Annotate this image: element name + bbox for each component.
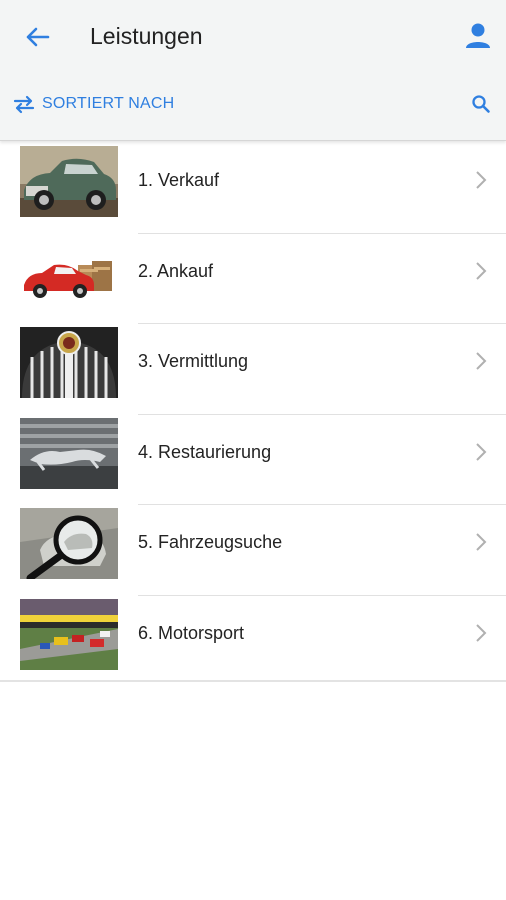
search-button[interactable] (470, 93, 492, 115)
list-item[interactable]: 2. Ankauf (0, 234, 506, 324)
profile-button[interactable] (462, 20, 494, 52)
chevron-right-icon (476, 533, 487, 551)
thumbnail-red-toy-car-with-money (20, 236, 118, 308)
chevron-right-icon (476, 171, 487, 189)
arrow-left-icon (26, 27, 50, 47)
service-label: 5. Fahrzeugsuche (138, 532, 283, 552)
person-icon (466, 23, 490, 48)
chevron-right-icon (476, 442, 487, 461)
service-label: 6. Motorsport (138, 622, 245, 643)
chevron-right-icon (476, 261, 487, 280)
sort-label: SORTIERT NACH (42, 95, 175, 112)
chevron-right-icon (476, 352, 487, 370)
services-list: 1. Verkauf 2. Ankauf 3. Vermittlung 4. R… (0, 143, 506, 686)
back-button[interactable] (22, 22, 56, 52)
thumbnail-magnifier-over-car (20, 508, 118, 579)
service-label: 3. Vermittlung (138, 351, 249, 371)
search-icon (472, 95, 490, 113)
thumbnail-racing-track (20, 598, 118, 670)
page-title: Leistungen (90, 23, 203, 49)
service-label: 2. Ankauf (138, 260, 214, 281)
list-item[interactable]: 1. Verkauf (0, 143, 506, 234)
sort-button[interactable]: SORTIERT NACH (12, 90, 174, 118)
thumbnail-green-classic-car (20, 146, 118, 217)
list-item[interactable]: 3. Vermittlung (0, 324, 506, 415)
service-label: 4. Restaurierung (138, 441, 272, 462)
swap-arrows-icon (13, 95, 35, 114)
app-bar: Leistungen SORTIERT NACH (0, 0, 506, 141)
list-item[interactable]: 4. Restaurierung (0, 415, 506, 505)
thumbnail-chrome-grille-emblem (20, 327, 118, 398)
chevron-right-icon (476, 623, 487, 642)
list-item[interactable]: 6. Motorsport (0, 596, 506, 687)
thumbnail-jaguar-leaper-ornament (20, 417, 118, 489)
list-item[interactable]: 5. Fahrzeugsuche (0, 505, 506, 596)
list-end-divider (0, 680, 506, 682)
service-label: 1. Verkauf (138, 170, 220, 190)
